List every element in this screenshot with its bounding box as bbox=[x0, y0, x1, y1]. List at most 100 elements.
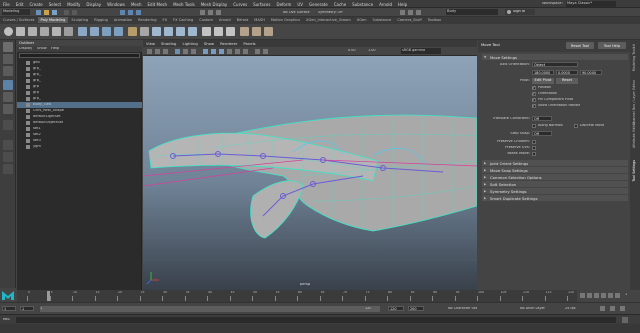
anim-layer-select[interactable]: No Anim Layer bbox=[520, 307, 545, 310]
grid-toggle-icon[interactable] bbox=[175, 49, 180, 54]
shelf-tab-bifrost[interactable]: Bifrost bbox=[234, 17, 252, 23]
mel-label[interactable]: MEL bbox=[3, 318, 10, 322]
new-scene-icon[interactable] bbox=[36, 10, 41, 15]
tool-help-button[interactable]: Tool Help bbox=[598, 42, 626, 49]
poly-cone-icon[interactable] bbox=[40, 27, 49, 36]
fill-hole-icon[interactable] bbox=[188, 27, 197, 36]
tweak-mode-checkbox[interactable] bbox=[532, 152, 536, 156]
shelf-tab-fx-caching[interactable]: FX Caching bbox=[170, 17, 196, 23]
resolution-gate-icon[interactable] bbox=[191, 49, 196, 54]
pivot-position-checkbox[interactable] bbox=[532, 85, 536, 90]
menu-edit[interactable]: Edit bbox=[13, 0, 27, 7]
soft-selection-section[interactable]: Soft Selection bbox=[482, 181, 628, 187]
menu-mesh-tools[interactable]: Mesh Tools bbox=[170, 0, 198, 7]
menu-surfaces[interactable]: Surfaces bbox=[250, 0, 273, 7]
shelf-tab-custom[interactable]: Custom bbox=[196, 17, 216, 23]
boolean-icon[interactable] bbox=[114, 27, 123, 36]
axis-orientation-select[interactable]: Object bbox=[532, 62, 578, 67]
shelf-tab-fx[interactable]: FX bbox=[160, 17, 171, 23]
shelf-tab-xgen[interactable]: XGen bbox=[354, 17, 370, 23]
pivot-orientation-checkbox[interactable] bbox=[532, 91, 536, 96]
textured-icon[interactable] bbox=[227, 49, 232, 54]
poly-cube-icon[interactable] bbox=[16, 27, 25, 36]
side-tab-modeling-toolkit[interactable]: Modeling Toolkit bbox=[632, 44, 638, 71]
outliner-menu-show[interactable]: Show bbox=[37, 47, 47, 51]
image-plane-icon[interactable] bbox=[163, 49, 168, 54]
range-start-field[interactable]: 1 bbox=[20, 306, 34, 311]
menu-mesh-display[interactable]: Mesh Display bbox=[198, 0, 231, 7]
orientation-x-field[interactable]: 180.0000 bbox=[532, 70, 554, 75]
play-backwards-icon[interactable] bbox=[594, 293, 599, 298]
sound-icon[interactable] bbox=[620, 306, 625, 311]
uv-editor-icon[interactable] bbox=[240, 27, 249, 36]
viewport-menu-shading[interactable]: Shading bbox=[158, 40, 179, 47]
snap-point-icon[interactable] bbox=[216, 10, 221, 15]
viewport-menu-view[interactable]: View bbox=[143, 40, 158, 47]
last-tool-icon[interactable] bbox=[3, 120, 13, 130]
shelf-tab-animation[interactable]: Animation bbox=[111, 17, 135, 23]
menu-cache[interactable]: Cache bbox=[331, 0, 349, 7]
shelf-tab-mash[interactable]: MASH bbox=[251, 17, 268, 23]
along-normals-checkbox[interactable] bbox=[532, 124, 536, 128]
open-scene-icon[interactable] bbox=[44, 10, 49, 15]
go-to-start-icon[interactable] bbox=[580, 293, 585, 298]
reset-tool-button[interactable]: Reset Tool bbox=[566, 42, 594, 49]
menu-curves[interactable]: Curves bbox=[230, 0, 250, 7]
xray-icon[interactable] bbox=[255, 49, 260, 54]
render-icon[interactable] bbox=[400, 10, 405, 15]
fps-select[interactable]: 24 fps bbox=[565, 307, 576, 310]
snap-grid-icon[interactable] bbox=[200, 10, 205, 15]
shelf-tab-rendering[interactable]: Rendering bbox=[135, 17, 159, 23]
outliner-menu-display[interactable]: Display bbox=[19, 47, 32, 51]
range-end-field[interactable]: 120 bbox=[388, 306, 404, 311]
camera-attributes-icon[interactable] bbox=[147, 49, 152, 54]
symmetry-label[interactable]: Symmetry: Off bbox=[318, 11, 343, 14]
bookmark-icon[interactable] bbox=[155, 49, 160, 54]
separate-icon[interactable] bbox=[90, 27, 99, 36]
target-weld-icon[interactable] bbox=[214, 27, 223, 36]
step-snap-select[interactable]: Off bbox=[532, 131, 552, 136]
planar-map-icon[interactable] bbox=[252, 27, 261, 36]
perspective-viewport[interactable] bbox=[143, 56, 477, 290]
bridge-icon[interactable] bbox=[164, 27, 173, 36]
redo-icon[interactable] bbox=[72, 10, 77, 15]
poly-plane-icon[interactable] bbox=[64, 27, 73, 36]
start-frame-field[interactable]: 1 bbox=[2, 306, 16, 311]
move-tool-icon[interactable] bbox=[3, 80, 13, 90]
smooth-icon[interactable] bbox=[128, 27, 137, 36]
combine-icon[interactable] bbox=[78, 27, 87, 36]
paint-select-tool-icon[interactable] bbox=[3, 66, 13, 76]
reset-pivot-button[interactable]: Reset bbox=[556, 78, 578, 84]
viewport-menu-renderer[interactable]: Renderer bbox=[217, 40, 240, 47]
select-object-icon[interactable] bbox=[128, 10, 133, 15]
menu-display[interactable]: Display bbox=[83, 0, 104, 7]
multi-cut-icon[interactable] bbox=[202, 27, 211, 36]
menu-create[interactable]: Create bbox=[26, 0, 45, 7]
preserve-uvs-checkbox[interactable] bbox=[532, 146, 536, 150]
undo-icon[interactable] bbox=[64, 10, 69, 15]
sign-in-button[interactable]: Sign In bbox=[505, 9, 535, 15]
menu-deform[interactable]: Deform bbox=[273, 0, 294, 7]
render-settings-icon[interactable] bbox=[416, 10, 421, 15]
snap-curve-icon[interactable] bbox=[208, 10, 213, 15]
select-tool-icon[interactable] bbox=[3, 42, 13, 52]
mode-select[interactable]: Modeling bbox=[2, 9, 30, 15]
search-input[interactable]: Body bbox=[446, 9, 498, 15]
go-to-end-icon[interactable] bbox=[615, 293, 620, 298]
isolate-select-icon[interactable] bbox=[263, 49, 268, 54]
live-surface-label[interactable]: No Live Surface bbox=[283, 11, 310, 14]
shelf-tab-curves-surfaces[interactable]: Curves / Surfaces bbox=[0, 17, 38, 23]
character-set-select[interactable]: No Character Set bbox=[448, 307, 477, 310]
scale-tool-icon[interactable] bbox=[3, 104, 13, 114]
command-line-input[interactable] bbox=[16, 317, 616, 323]
single-pane-layout-icon[interactable] bbox=[3, 140, 13, 150]
common-selection-section[interactable]: Common Selection Options bbox=[482, 174, 628, 180]
shelf-tab-motion-graphics[interactable]: Motion Graphics bbox=[268, 17, 303, 23]
near-clip-value[interactable]: 0.00 bbox=[348, 49, 356, 52]
time-slider[interactable]: 0 5 10 15 20 25 30 35 40 45 50 55 60 65 70 75 80 85 90 95 10… bbox=[17, 290, 577, 302]
shelf-tab-poly-modeling[interactable]: Poly Modeling bbox=[37, 17, 69, 23]
translate-constraint-select[interactable]: Off bbox=[532, 116, 552, 121]
menu-windows[interactable]: Windows bbox=[104, 0, 128, 7]
smart-duplicate-section[interactable]: Smart Duplicate Settings bbox=[482, 195, 628, 201]
shelf-tab-rigging[interactable]: Rigging bbox=[91, 17, 111, 23]
